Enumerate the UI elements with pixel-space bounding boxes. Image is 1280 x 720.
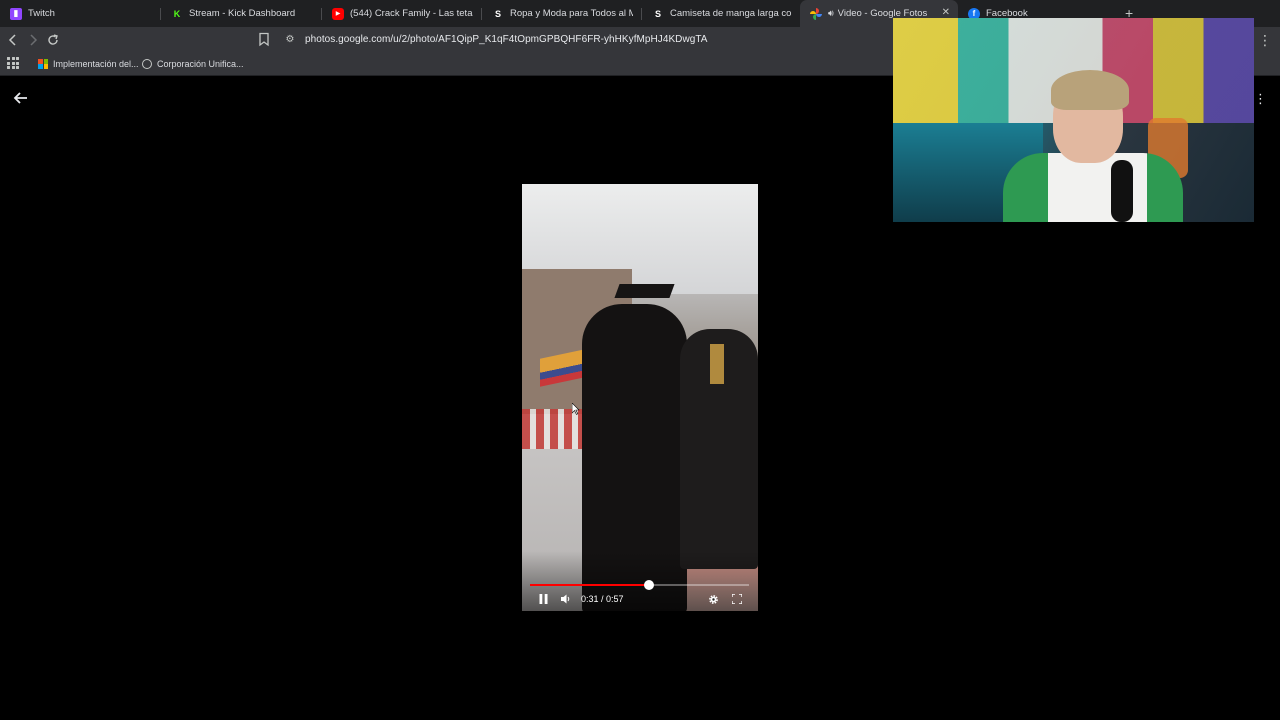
tab-kick-dashboard[interactable]: K Stream - Kick Dashboard [161,0,321,27]
chevron-right-icon [30,34,38,46]
volume-icon [560,594,569,604]
pause-icon [539,594,547,604]
shein-icon: S [654,8,661,19]
tab-title: Ropa y Moda para Todos al Mejor P [510,8,633,19]
bookmark-label: Corporación Unifica... [157,59,244,69]
back-arrow-icon[interactable] [12,89,30,107]
volume-button[interactable] [559,593,573,605]
webcam-streamer-shirt [1003,153,1183,222]
settings-button[interactable] [706,592,720,606]
chevron-left-icon [8,34,16,46]
gear-icon [708,594,718,604]
tab-title: Twitch [28,8,55,19]
google-photos-icon [810,7,822,20]
video-scene-cap [614,284,675,298]
pause-button[interactable] [536,593,550,605]
browser-menu-icon[interactable]: ⋮ [1258,32,1272,49]
bookmark-label: Implementación del... [53,59,139,69]
tab-title: Stream - Kick Dashboard [189,8,296,19]
microsoft-icon [38,59,48,69]
youtube-icon: ▶ [332,7,344,20]
fullscreen-icon [732,594,742,604]
forward-button[interactable] [24,31,42,49]
url-text: photos.google.com/u/2/photo/AF1QipP_K1qF… [305,34,708,45]
video-frame[interactable] [522,184,758,611]
tab-shein-ropa[interactable]: S Ropa y Moda para Todos al Mejor P [482,0,641,27]
tab-shein-camiseta[interactable]: S Camiseta de manga larga con capu [642,0,800,27]
more-options-icon[interactable]: ⋮ [1254,91,1267,107]
tab-title: Camiseta de manga larga con capu [670,8,792,19]
close-tab-icon[interactable]: ✕ [942,7,950,18]
video-progress-played [530,584,650,586]
video-time-display: 0:31 / 0:57 [581,594,624,604]
webcam-microphone [1111,160,1133,222]
shein-icon: S [494,8,501,19]
bookmark-icon[interactable] [257,32,271,47]
reload-icon [48,34,58,45]
tab-twitch[interactable]: ▮ Twitch [0,0,160,27]
fullscreen-button[interactable] [730,592,744,606]
tab-youtube[interactable]: ▶ (544) Crack Family - Las tetas de mi [322,0,481,27]
video-controls-shade [522,551,758,611]
kick-icon: K [173,8,181,19]
bookmark-corporacion[interactable]: Corporación Unifica... [142,56,244,72]
tab-title: (544) Crack Family - Las tetas de mi [350,8,473,19]
webcam-streamer-hair [1051,70,1129,110]
speaker-icon[interactable]: 🔊︎ [828,8,834,19]
back-button[interactable] [4,31,22,49]
webcam-overlay [893,18,1254,222]
globe-icon [142,59,152,69]
apps-grid-icon[interactable] [7,57,19,69]
twitch-icon: ▮ [10,7,22,20]
video-progress-bar[interactable] [530,580,749,590]
reload-button[interactable] [44,31,62,49]
mouse-cursor-icon [572,403,580,415]
video-scene-sash [710,344,724,384]
bookmark-implementacion[interactable]: Implementación del... [38,56,139,72]
address-bar[interactable]: ⚙︎ photos.google.com/u/2/photo/AF1QipP_K… [280,29,920,50]
site-info-icon[interactable]: ⚙︎ [280,34,300,45]
